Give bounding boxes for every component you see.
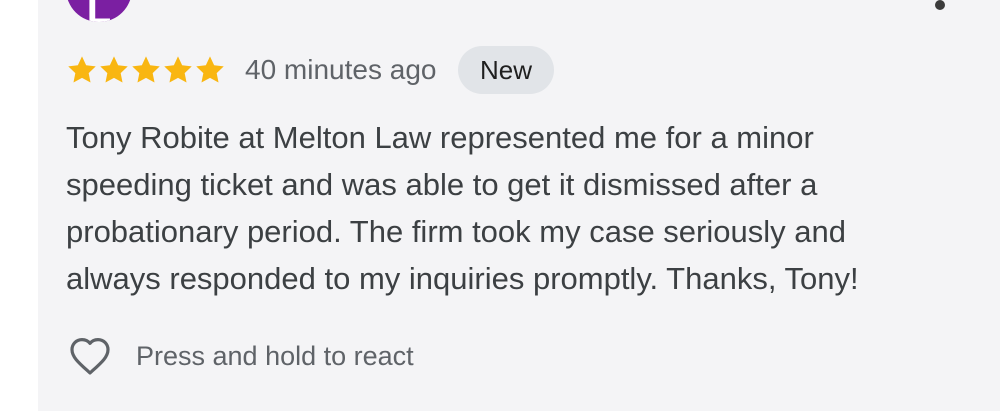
star-icon <box>100 56 128 83</box>
review-time: 40 minutes ago <box>245 54 437 85</box>
more-options-icon[interactable] <box>935 0 945 10</box>
star-icon <box>132 56 160 83</box>
star-icon <box>196 56 224 83</box>
star-rating <box>66 54 226 86</box>
star-icon <box>164 56 192 83</box>
avatar-letter: L <box>86 0 112 22</box>
react-button[interactable]: Press and hold to react <box>66 332 414 380</box>
react-label: Press and hold to react <box>136 341 414 371</box>
star-icon <box>68 56 96 83</box>
review-text: Tony Robite at Melton Law represented me… <box>66 120 859 296</box>
new-badge: New <box>458 46 554 94</box>
heart-outline-icon[interactable] <box>66 332 114 380</box>
reviewer-avatar[interactable]: L <box>66 0 132 22</box>
